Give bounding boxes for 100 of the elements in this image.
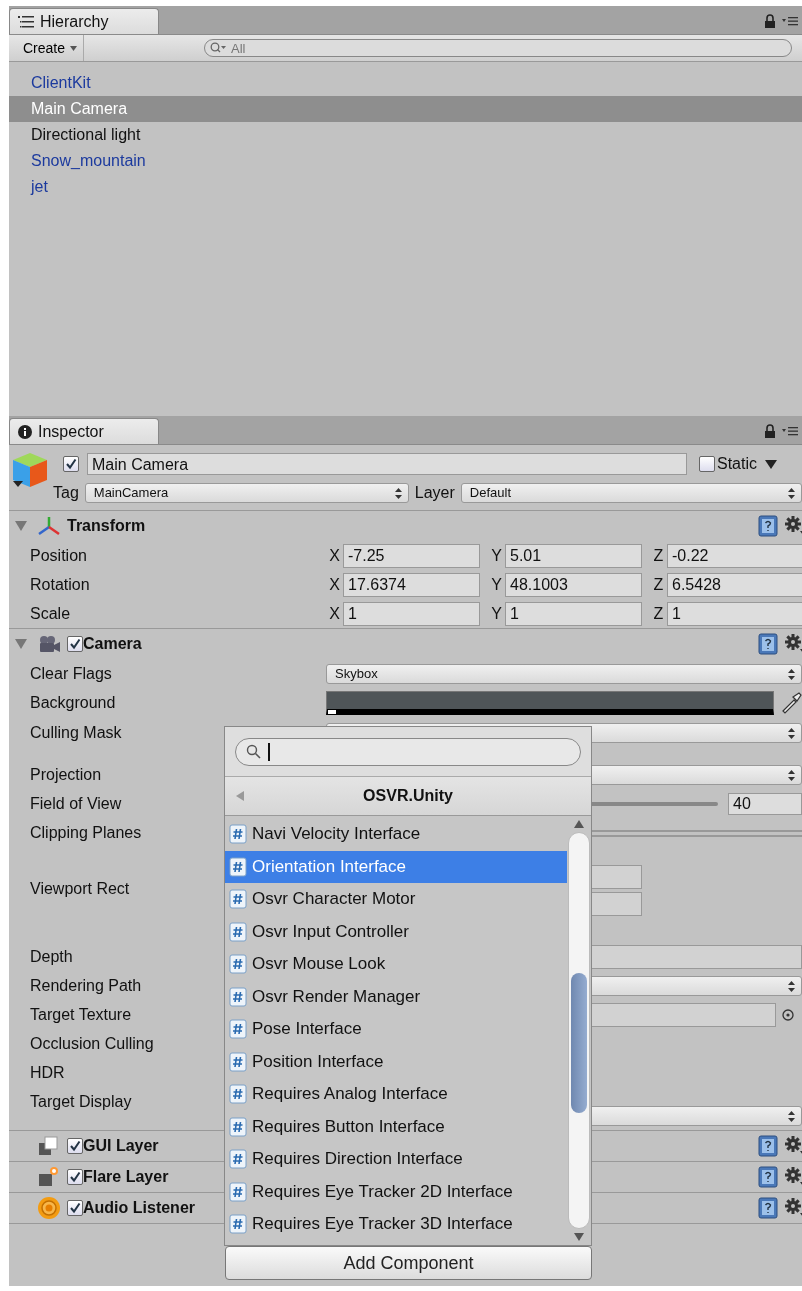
axes-icon	[37, 516, 61, 536]
caret-icon	[70, 45, 78, 51]
component-item[interactable]: Requires Eye Tracker 3D Interface	[225, 1208, 567, 1241]
component-item[interactable]: Osvr Mouse Look	[225, 948, 567, 981]
layer-dropdown[interactable]: Default	[460, 483, 802, 503]
axis-label: X	[328, 575, 341, 594]
search-icon	[210, 42, 229, 54]
script-icon	[229, 1019, 247, 1040]
tag-label: Tag	[53, 484, 79, 502]
script-icon	[229, 1149, 247, 1170]
component-item[interactable]: Osvr Render Manager	[225, 980, 567, 1013]
dropdown-arrow-icon[interactable]	[765, 459, 777, 469]
component-item[interactable]: Osvr Input Controller	[225, 915, 567, 948]
property-label: Field of View	[30, 795, 122, 812]
component-item[interactable]: Position Interface	[225, 1045, 567, 1078]
lock-icon[interactable]	[764, 424, 776, 438]
object-name-field[interactable]: Main Camera	[87, 453, 687, 475]
hierarchy-tab[interactable]: Hierarchy	[9, 8, 159, 34]
number-field[interactable]: 40	[728, 792, 802, 815]
search-field[interactable]	[235, 738, 581, 766]
checkbox[interactable]	[699, 456, 715, 472]
script-icon	[229, 986, 247, 1007]
checkbox[interactable]	[67, 1138, 83, 1154]
script-icon	[229, 1084, 247, 1105]
camera-icon	[37, 635, 61, 653]
eyedropper-icon[interactable]	[780, 691, 802, 714]
inspector-tab[interactable]: Inspector	[9, 418, 159, 444]
axis-label: Z	[652, 604, 665, 623]
hierarchy-item[interactable]: Directional light	[9, 122, 802, 148]
script-icon	[229, 889, 247, 910]
component-item[interactable]: Pose Interface	[225, 1013, 567, 1046]
component-item[interactable]: Osvr Character Motor	[225, 883, 567, 916]
expand-triangle-icon[interactable]	[15, 521, 27, 531]
tag-dropdown[interactable]: MainCamera	[84, 483, 409, 503]
updown-arrows-icon	[788, 488, 795, 499]
script-icon	[229, 856, 247, 877]
number-field[interactable]: 5.01	[505, 543, 642, 568]
property-label: Clipping Planes	[30, 824, 142, 841]
lock-icon[interactable]	[764, 14, 776, 28]
script-icon	[229, 1181, 247, 1202]
number-field[interactable]: -7.25	[343, 543, 480, 568]
updown-arrows-icon	[788, 1110, 795, 1122]
component-item[interactable]: Requires Eye Tracker 2D Interface	[225, 1175, 567, 1208]
number-field[interactable]: 48.1003	[505, 572, 642, 597]
component-item[interactable]: Orientation Interface	[225, 850, 567, 883]
script-icon	[229, 1051, 247, 1072]
help-book-icon[interactable]	[758, 1197, 778, 1219]
property-label: Position	[30, 547, 87, 564]
component-item[interactable]: Requires Direction Interface	[225, 1143, 567, 1176]
component-item[interactable]: Requires Analog Interface	[225, 1078, 567, 1111]
object-picker-icon[interactable]	[782, 1008, 794, 1021]
expand-triangle-icon[interactable]	[15, 639, 27, 649]
property-label: Projection	[30, 766, 102, 783]
hierarchy-item[interactable]: jet	[9, 174, 802, 200]
component-item[interactable]: Navi Velocity Interface	[225, 818, 567, 851]
script-icon	[229, 954, 247, 975]
add-component-button[interactable]: Add Component	[225, 1246, 592, 1280]
property-label: Rendering Path	[30, 977, 142, 994]
property-label: Target Display	[30, 1093, 132, 1110]
layer-label: Layer	[414, 484, 455, 502]
search-icon	[246, 744, 262, 760]
updown-arrows-icon	[788, 668, 795, 680]
number-field[interactable]: 6.5428	[667, 572, 802, 597]
property-label: Viewport Rect	[30, 880, 130, 897]
checkbox[interactable]	[63, 456, 79, 472]
scroll-thumb[interactable]	[571, 973, 587, 1113]
number-field[interactable]: 1	[667, 601, 802, 626]
number-field[interactable]: 1	[343, 601, 480, 626]
component-item[interactable]: Requires Button Interface	[225, 1110, 567, 1143]
menu-icon[interactable]	[782, 16, 798, 26]
property-label: Background	[30, 694, 116, 711]
list-icon	[18, 15, 34, 28]
script-icon	[229, 1116, 247, 1137]
property-label: Occlusion Culling	[30, 1035, 154, 1052]
search-field[interactable]: All	[204, 39, 792, 57]
create-button[interactable]: Create	[9, 35, 85, 61]
help-book-icon[interactable]	[758, 1166, 778, 1188]
checkbox[interactable]	[67, 1200, 83, 1216]
help-book-icon[interactable]	[758, 1135, 778, 1157]
property-label: Depth	[30, 948, 73, 965]
speaker-ring-icon	[37, 1196, 61, 1220]
number-field[interactable]: 17.6374	[343, 572, 480, 597]
checkbox[interactable]	[67, 1169, 83, 1185]
help-book-icon[interactable]	[758, 515, 778, 537]
number-field[interactable]: -0.22	[667, 543, 802, 568]
axis-label: X	[328, 546, 341, 565]
color-field[interactable]	[326, 690, 774, 715]
help-book-icon[interactable]	[758, 633, 778, 655]
hierarchy-item[interactable]: Snow_mountain	[9, 148, 802, 174]
property-label: HDR	[30, 1064, 65, 1081]
axis-label: Y	[490, 546, 503, 565]
hierarchy-item[interactable]: ClientKit	[9, 70, 802, 96]
component-title: Camera	[83, 635, 142, 653]
checkbox[interactable]	[67, 636, 83, 652]
number-field[interactable]: 1	[505, 601, 642, 626]
dropdown[interactable]: Skybox	[326, 663, 802, 684]
axis-label: X	[328, 604, 341, 623]
menu-icon[interactable]	[782, 426, 798, 436]
script-icon	[229, 921, 247, 942]
axis-label: Y	[490, 604, 503, 623]
